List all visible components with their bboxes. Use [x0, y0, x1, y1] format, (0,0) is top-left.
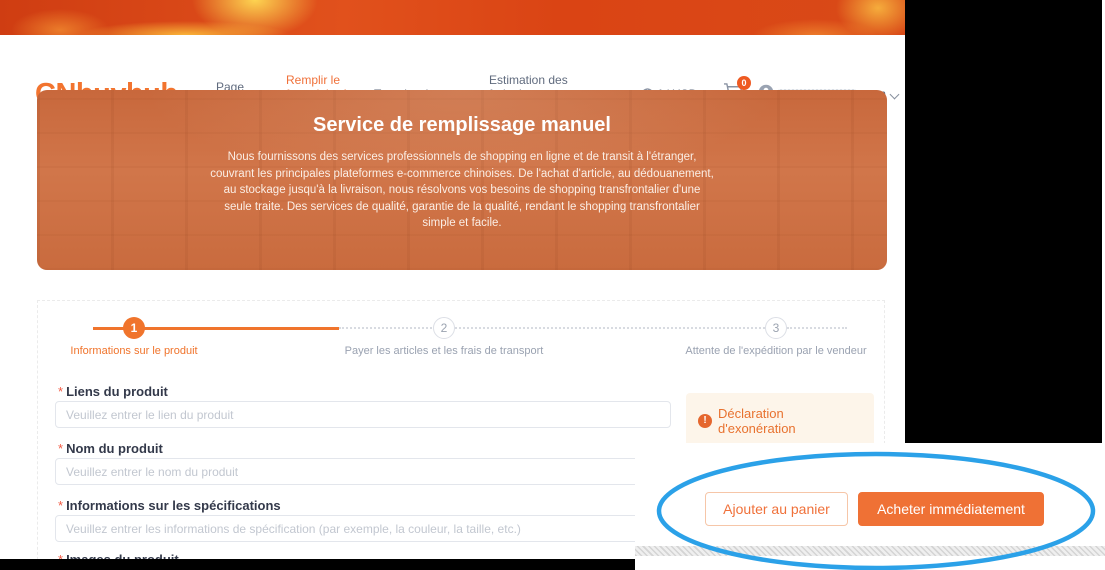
cart-count-badge: 0	[737, 76, 751, 90]
specifications-input[interactable]	[55, 515, 671, 542]
buy-now-button[interactable]: Acheter immédiatement	[858, 492, 1044, 526]
required-mark: *	[58, 441, 63, 456]
warning-icon: !	[698, 414, 712, 428]
step-1-indicator: 1	[123, 317, 145, 339]
specifications-label: *Informations sur les spécifications	[58, 498, 281, 513]
step-3-indicator: 3	[765, 317, 787, 339]
step-2-indicator: 2	[433, 317, 455, 339]
top-navigation: CNbuyhub Page d'accueil Remplir le formu…	[0, 35, 905, 90]
product-name-label: *Nom du produit	[58, 441, 163, 456]
add-to-cart-button[interactable]: Ajouter au panier	[705, 492, 848, 526]
decorative-header-banner	[0, 0, 905, 35]
product-link-input[interactable]	[55, 401, 671, 428]
action-buttons-fragment: Ajouter au panier Acheter immédiatement	[635, 443, 1105, 570]
hero-description: Nous fournissons des services profession…	[210, 149, 715, 232]
label-text: Informations sur les spécifications	[66, 498, 281, 513]
notice-header: ! Déclaration d'exonération	[698, 406, 862, 436]
hero-banner: Service de remplissage manuel Nous fourn…	[37, 90, 887, 270]
divider-hatch-strip	[635, 546, 1105, 556]
black-mask-right	[905, 0, 1102, 443]
notice-title: Déclaration d'exonération	[718, 406, 862, 436]
product-name-input[interactable]	[55, 458, 671, 485]
page: CNbuyhub Page d'accueil Remplir le formu…	[0, 0, 1105, 570]
hero-title: Service de remplissage manuel	[37, 114, 887, 137]
product-link-label: *Liens du produit	[58, 384, 168, 399]
stepper-line	[455, 327, 765, 329]
stepper-line	[339, 327, 443, 329]
step-3-label: Attente de l'expédition par le vendeur	[656, 345, 896, 357]
required-mark: *	[58, 384, 63, 399]
label-text: Liens du produit	[66, 384, 168, 399]
step-2-label: Payer les articles et les frais de trans…	[324, 345, 564, 357]
required-mark: *	[58, 498, 63, 513]
step-1-label: Informations sur le produit	[54, 345, 214, 357]
chevron-down-icon	[890, 89, 900, 99]
stepper-line	[787, 327, 847, 329]
label-text: Nom du produit	[66, 441, 163, 456]
